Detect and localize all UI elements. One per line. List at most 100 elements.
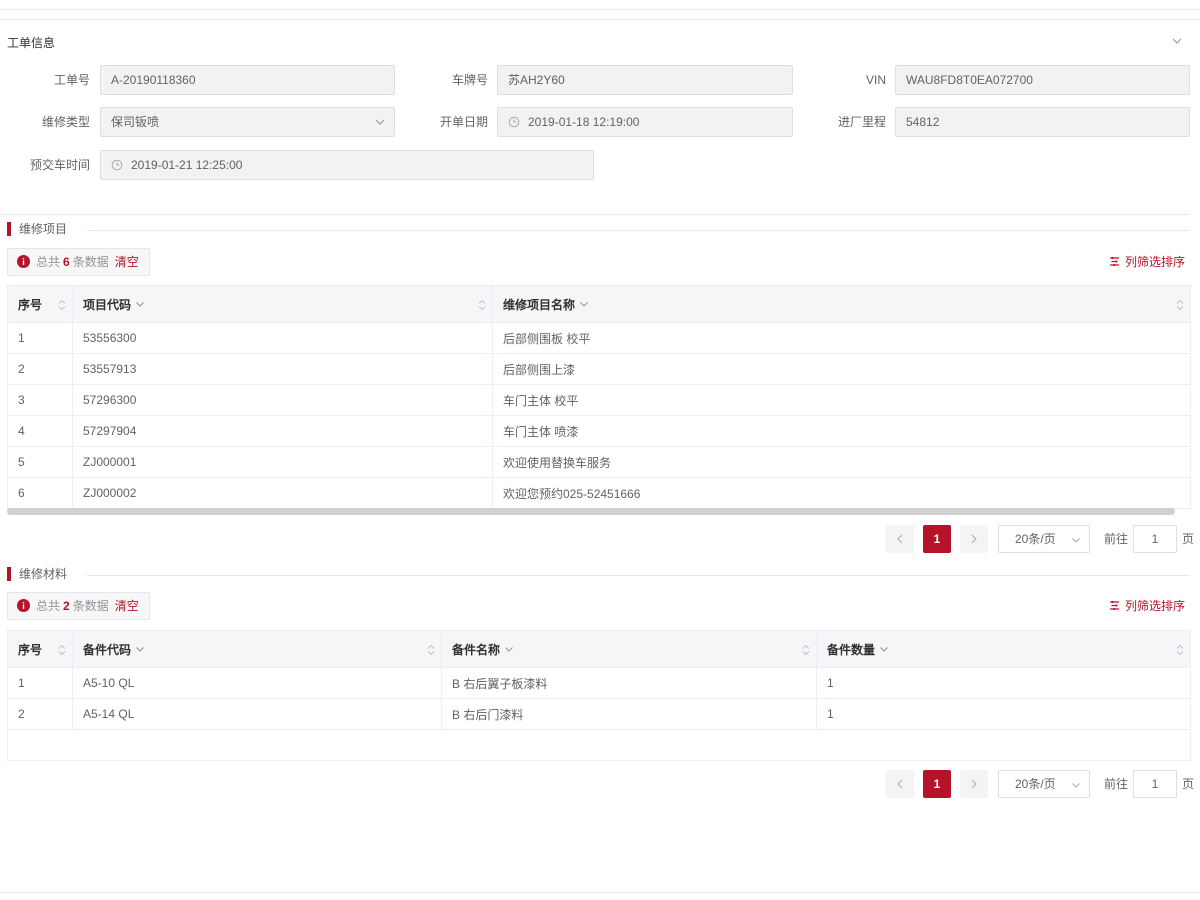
mileage-label: 进厂里程	[837, 115, 886, 129]
goto-page-input[interactable]: 1	[1133, 525, 1177, 553]
repair-materials-table: 序号 备件代码 备件名称 备件数量 1 A5-10 QL B 右后翼子板漆料 1 2A…	[7, 630, 1191, 761]
repair-type-value: 保司钣喷	[111, 115, 160, 129]
page-number-current[interactable]: 1	[923, 770, 951, 798]
open-date-value: 2019-01-18 12:19:00	[528, 115, 640, 129]
next-page-button[interactable]	[960, 525, 988, 553]
sort-icon[interactable]	[427, 644, 435, 656]
column-header-index[interactable]: 序号	[7, 630, 73, 668]
chevron-down-icon[interactable]	[879, 644, 889, 654]
repair-items-title: 维修项目	[19, 222, 68, 236]
chevron-down-icon	[1072, 783, 1080, 788]
goto-page-input[interactable]: 1	[1133, 770, 1177, 798]
table-row[interactable]: 1 53556300 后部侧围板 校平	[7, 322, 1191, 354]
delivery-time-label: 预交车时间	[29, 158, 90, 172]
chevron-right-icon	[971, 534, 977, 544]
info-icon	[17, 599, 30, 613]
vin-field[interactable]: WAU8FD8T0EA072700	[895, 65, 1190, 95]
summary-prefix: 总共	[36, 599, 61, 613]
column-header-part-name[interactable]: 备件名称	[441, 630, 817, 668]
page-number-current[interactable]: 1	[923, 525, 951, 553]
top-divider-secondary	[0, 19, 1200, 20]
bottom-divider	[0, 892, 1200, 893]
repair-materials-header: 维修材料	[7, 565, 1197, 582]
prev-page-button[interactable]	[886, 770, 914, 798]
info-icon	[17, 255, 30, 269]
page-unit-label: 页	[1182, 532, 1195, 546]
table-header-row: 序号 项目代码 维修项目名称	[7, 285, 1191, 323]
header-line	[87, 575, 1190, 576]
top-divider	[0, 9, 1200, 10]
table-row[interactable]: 5 ZJ000001 欢迎使用替换车服务	[7, 446, 1191, 478]
page-size-select[interactable]: 20条/页	[998, 525, 1090, 553]
table-row[interactable]: 6 ZJ000002 欢迎您预约025-52451666	[7, 477, 1191, 509]
chevron-left-icon	[897, 779, 903, 789]
filter-label: 列筛选排序	[1125, 599, 1186, 613]
chevron-left-icon	[897, 534, 903, 544]
prev-page-button[interactable]	[886, 525, 914, 553]
sort-icon[interactable]	[58, 644, 66, 656]
sort-icon[interactable]	[802, 644, 810, 656]
section-divider	[0, 214, 1190, 215]
mileage-field[interactable]: 54812	[895, 107, 1190, 137]
horizontal-scrollbar[interactable]	[7, 508, 1175, 515]
order-info-title: 工单信息	[7, 36, 56, 50]
column-header-index[interactable]: 序号	[7, 285, 73, 323]
next-page-button[interactable]	[960, 770, 988, 798]
chevron-down-icon[interactable]	[504, 644, 514, 654]
page-size-select[interactable]: 20条/页	[998, 770, 1090, 798]
repair-items-table: 序号 项目代码 维修项目名称 1 53556300 后部侧围板 校平 2 535579…	[7, 285, 1191, 509]
repair-items-summary: 总共 6 条数据 清空	[7, 248, 150, 276]
repair-type-label: 维修类型	[41, 115, 90, 129]
column-header-part-code[interactable]: 备件代码	[72, 630, 442, 668]
sort-icon[interactable]	[478, 299, 486, 311]
repair-items-header: 维修项目	[7, 220, 1197, 237]
table-row[interactable]: 2 53557913 后部侧围上漆	[7, 353, 1191, 385]
table-empty-row	[7, 729, 1191, 761]
table-row[interactable]: 3 57296300 车门主体 校平	[7, 384, 1191, 416]
sort-icon[interactable]	[1176, 644, 1184, 656]
chevron-down-icon[interactable]	[1170, 34, 1184, 48]
section-marker	[7, 221, 11, 236]
chevron-down-icon[interactable]	[579, 299, 589, 309]
table-row[interactable]: 2 A5-14 QL B 右后门漆料 1	[7, 698, 1191, 730]
plate-field[interactable]: 苏AH2Y60	[497, 65, 793, 95]
open-date-field[interactable]: 2019-01-18 12:19:00	[497, 107, 793, 137]
sort-icon[interactable]	[1176, 299, 1184, 311]
column-filter-sort-button[interactable]: 列筛选排序	[1109, 597, 1185, 614]
filter-icon	[1110, 601, 1119, 611]
chevron-down-icon	[375, 119, 385, 125]
filter-label: 列筛选排序	[1125, 255, 1186, 269]
plate-label: 车牌号	[451, 73, 488, 87]
clear-button[interactable]: 清空	[115, 599, 139, 613]
summary-suffix: 条数据	[72, 599, 109, 613]
column-header-item-name[interactable]: 维修项目名称	[492, 285, 1191, 323]
column-header-part-qty[interactable]: 备件数量	[816, 630, 1191, 668]
clock-icon	[111, 159, 123, 171]
table-header-row: 序号 备件代码 备件名称 备件数量	[7, 630, 1191, 668]
column-filter-sort-button[interactable]: 列筛选排序	[1109, 253, 1185, 270]
repair-materials-pagination: 1 20条/页 前往 1 页	[886, 770, 1195, 798]
repair-type-select[interactable]: 保司钣喷	[100, 107, 395, 137]
vin-label: VIN	[865, 73, 886, 87]
goto-label: 前往	[1104, 777, 1129, 791]
sort-icon[interactable]	[58, 299, 66, 311]
summary-prefix: 总共	[36, 255, 61, 269]
summary-count: 6	[63, 255, 70, 269]
column-header-item-code[interactable]: 项目代码	[72, 285, 493, 323]
goto-label: 前往	[1104, 532, 1129, 546]
summary-count: 2	[63, 599, 70, 613]
chevron-down-icon	[1072, 538, 1080, 543]
repair-items-pagination: 1 20条/页 前往 1 页	[886, 525, 1195, 553]
delivery-time-value: 2019-01-21 12:25:00	[131, 158, 243, 172]
clear-button[interactable]: 清空	[115, 255, 139, 269]
table-row[interactable]: 4 57297904 车门主体 喷漆	[7, 415, 1191, 447]
chevron-down-icon[interactable]	[135, 644, 145, 654]
page-unit-label: 页	[1182, 777, 1195, 791]
table-row[interactable]: 1 A5-10 QL B 右后翼子板漆料 1	[7, 667, 1191, 699]
section-marker	[7, 566, 11, 581]
chevron-down-icon[interactable]	[135, 299, 145, 309]
clock-icon	[508, 116, 520, 128]
open-date-label: 开单日期	[439, 115, 488, 129]
order-no-field[interactable]: A-20190118360	[100, 65, 395, 95]
delivery-time-field[interactable]: 2019-01-21 12:25:00	[100, 150, 594, 180]
